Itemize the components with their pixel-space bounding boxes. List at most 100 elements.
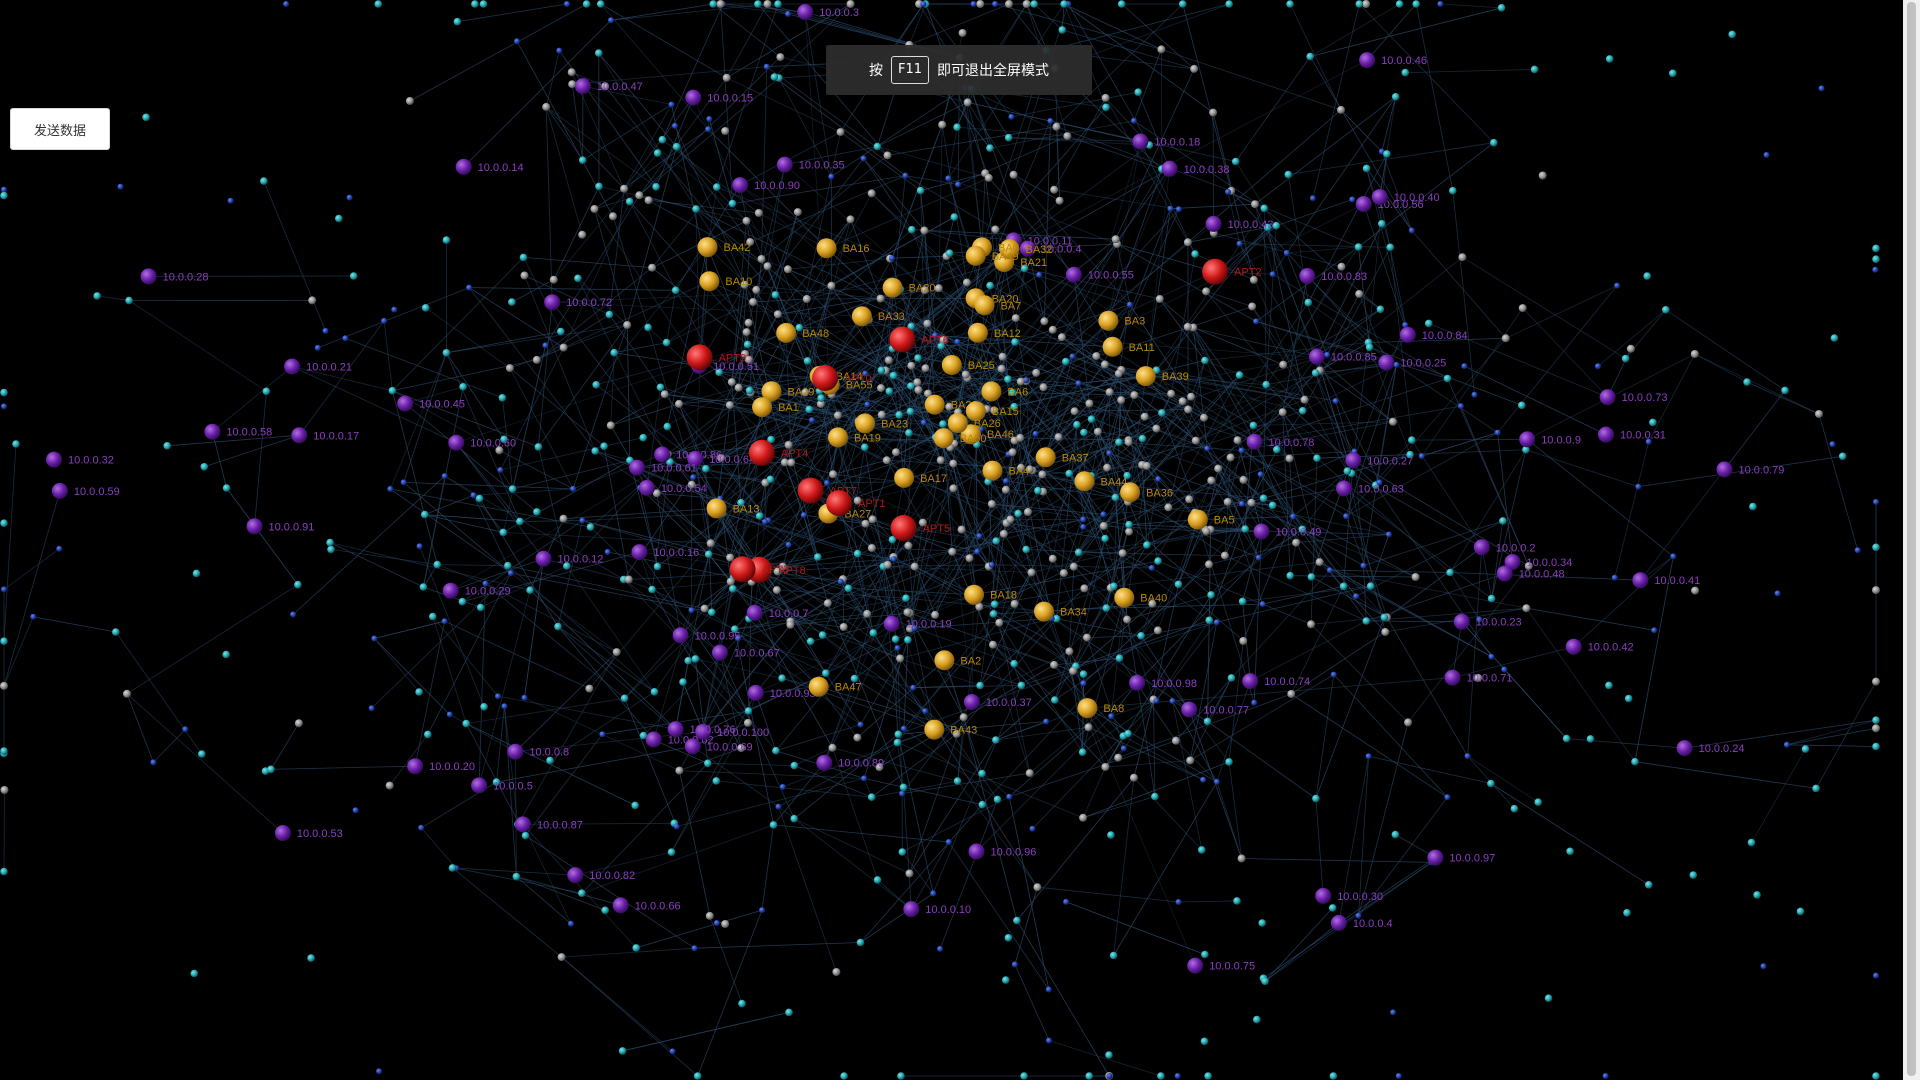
- host-node-circle[interactable]: [1565, 638, 1582, 655]
- blue-node[interactable]: [376, 1068, 383, 1075]
- teal-node[interactable]: [1110, 582, 1118, 591]
- blue-node[interactable]: [1437, 1, 1444, 7]
- ba-node-circle[interactable]: [699, 271, 720, 292]
- teal-node[interactable]: [1872, 255, 1880, 263]
- teal-node[interactable]: [672, 142, 681, 151]
- host-node-circle[interactable]: [685, 89, 702, 106]
- teal-node[interactable]: [1260, 204, 1269, 213]
- teal-node[interactable]: [1268, 501, 1277, 510]
- host-node[interactable]: 10.0.0.14: [455, 158, 524, 175]
- gray-node[interactable]: [1016, 377, 1025, 386]
- gray-node[interactable]: [1184, 405, 1193, 414]
- gray-node[interactable]: [1050, 185, 1059, 194]
- gray-node[interactable]: [700, 604, 709, 613]
- gray-node[interactable]: [1167, 389, 1176, 398]
- gray-node[interactable]: [1039, 383, 1048, 392]
- network-graph[interactable]: 10.0.0.2310.0.0.7310.0.0.8610.0.0.1510.0…: [0, 0, 1920, 1080]
- gray-node[interactable]: [882, 456, 891, 465]
- gray-node[interactable]: [1239, 637, 1248, 645]
- host-node[interactable]: 10.0.0.87: [515, 816, 583, 833]
- host-node[interactable]: 10.0.0.31: [1598, 426, 1666, 443]
- gray-node[interactable]: [1022, 0, 1031, 8]
- teal-node[interactable]: [442, 236, 451, 244]
- blue-node[interactable]: [1006, 793, 1013, 800]
- teal-node[interactable]: [1102, 103, 1110, 112]
- host-node-circle[interactable]: [1336, 480, 1352, 497]
- blue-node[interactable]: [501, 703, 508, 710]
- teal-node[interactable]: [475, 494, 484, 503]
- ba-node-circle[interactable]: [706, 498, 727, 519]
- gray-node[interactable]: [726, 553, 735, 562]
- blue-node[interactable]: [1069, 353, 1076, 360]
- teal-node[interactable]: [554, 622, 562, 631]
- host-node[interactable]: 10.0.0.61: [629, 459, 697, 476]
- host-node-circle[interactable]: [397, 395, 414, 412]
- host-node[interactable]: 10.0.0.27: [1345, 452, 1413, 469]
- teal-node[interactable]: [656, 383, 665, 392]
- blue-node[interactable]: [1395, 1073, 1402, 1079]
- teal-node[interactable]: [533, 508, 541, 516]
- teal-node[interactable]: [1781, 386, 1789, 395]
- gray-node[interactable]: [1355, 290, 1364, 298]
- blue-node[interactable]: [1269, 271, 1276, 278]
- gray-node[interactable]: [744, 318, 753, 327]
- gray-node[interactable]: [1279, 360, 1288, 369]
- blue-node[interactable]: [775, 803, 782, 810]
- gray-node[interactable]: [904, 541, 913, 550]
- gray-node[interactable]: [1207, 476, 1216, 485]
- ba-node-circle[interactable]: [851, 306, 872, 327]
- gray-node[interactable]: [1114, 369, 1123, 378]
- blue-node[interactable]: [1461, 363, 1468, 370]
- host-node[interactable]: 10.0.0.12: [535, 550, 604, 567]
- teal-node[interactable]: [1425, 319, 1433, 328]
- teal-node[interactable]: [1401, 68, 1410, 77]
- gray-node[interactable]: [542, 102, 551, 111]
- gray-node[interactable]: [578, 230, 587, 239]
- host-node-circle[interactable]: [246, 518, 263, 535]
- blue-node[interactable]: [672, 122, 678, 129]
- teal-node[interactable]: [498, 394, 507, 402]
- host-node-circle[interactable]: [638, 479, 655, 496]
- gray-node[interactable]: [802, 295, 811, 303]
- gray-node[interactable]: [1024, 508, 1032, 516]
- teal-node[interactable]: [1022, 545, 1030, 554]
- teal-node[interactable]: [519, 253, 528, 262]
- teal-node[interactable]: [1530, 65, 1539, 74]
- teal-node[interactable]: [908, 225, 916, 234]
- blue-node[interactable]: [466, 284, 473, 291]
- teal-node[interactable]: [592, 381, 600, 389]
- gray-node[interactable]: [827, 281, 836, 290]
- blue-node[interactable]: [290, 611, 297, 618]
- host-node[interactable]: 10.0.0.32: [46, 451, 114, 468]
- host-node-circle[interactable]: [1519, 431, 1536, 448]
- apt-node-circle[interactable]: [748, 439, 775, 466]
- gray-node[interactable]: [1152, 424, 1161, 433]
- gray-node[interactable]: [1117, 396, 1126, 405]
- teal-node[interactable]: [785, 1008, 793, 1017]
- blue-node[interactable]: [1464, 753, 1471, 760]
- blue-node[interactable]: [542, 342, 549, 349]
- ba-node-circle[interactable]: [1102, 336, 1123, 357]
- gray-node[interactable]: [920, 226, 929, 235]
- gray-node[interactable]: [998, 352, 1007, 361]
- teal-node[interactable]: [992, 736, 1000, 744]
- ba-node-circle[interactable]: [964, 584, 985, 605]
- gray-node[interactable]: [772, 586, 781, 595]
- teal-node[interactable]: [861, 443, 869, 452]
- blue-node[interactable]: [416, 543, 423, 550]
- teal-node[interactable]: [856, 938, 865, 947]
- teal-node[interactable]: [388, 386, 397, 395]
- blue-node[interactable]: [945, 839, 952, 845]
- teal-node[interactable]: [1154, 557, 1162, 565]
- blue-node[interactable]: [1365, 753, 1372, 760]
- gray-node[interactable]: [934, 284, 943, 293]
- blue-node[interactable]: [1818, 85, 1825, 92]
- host-node-circle[interactable]: [1444, 669, 1461, 686]
- blue-node[interactable]: [894, 645, 901, 652]
- blue-node[interactable]: [1635, 483, 1642, 490]
- ba-node-circle[interactable]: [1077, 698, 1098, 719]
- teal-node[interactable]: [462, 719, 471, 728]
- host-node-circle[interactable]: [654, 446, 671, 463]
- teal-node[interactable]: [1872, 543, 1880, 552]
- gray-node[interactable]: [989, 640, 997, 649]
